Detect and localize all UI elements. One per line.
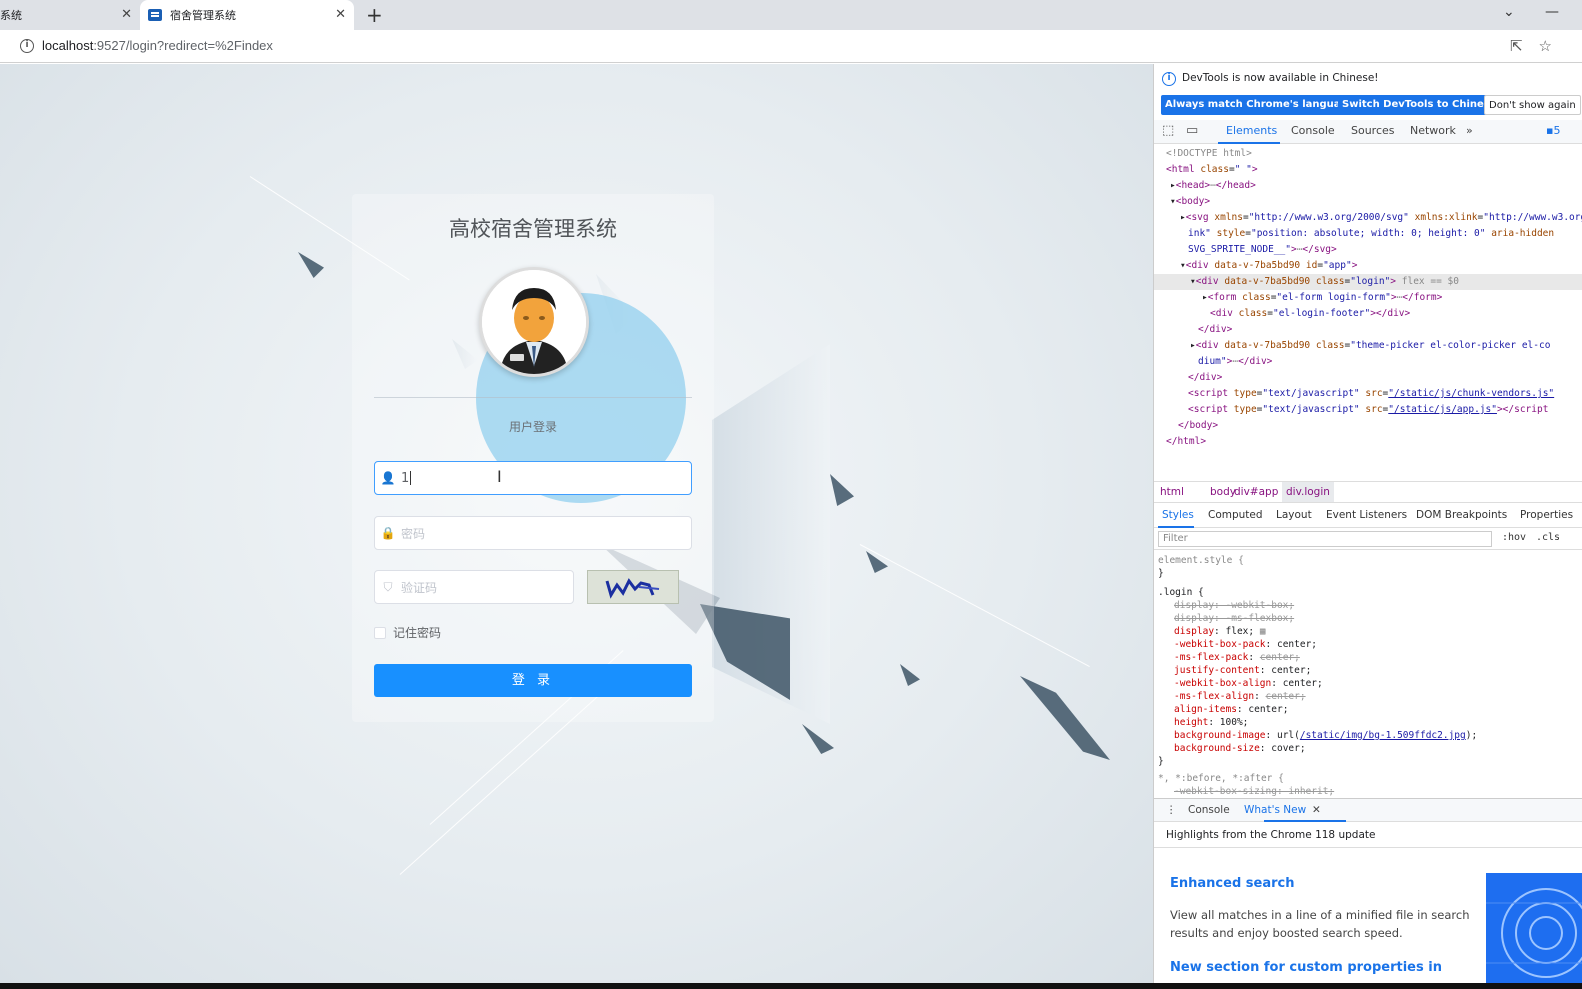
styles-filter-input[interactable]: Filter: [1158, 531, 1492, 547]
css-rules[interactable]: element.style { } .login { display: -web…: [1154, 552, 1582, 796]
info-icon: i: [1162, 72, 1176, 86]
tab-elements[interactable]: Elements: [1226, 124, 1277, 137]
tab-network[interactable]: Network: [1410, 124, 1456, 137]
inspect-element-icon[interactable]: ⬚: [1162, 123, 1174, 138]
breadcrumb: html body div#app div.login: [1154, 481, 1582, 503]
tab-title: 宿舍管理系统: [170, 9, 236, 22]
login-subtitle: 用户登录: [508, 420, 557, 434]
tab-properties[interactable]: Properties: [1520, 509, 1573, 521]
close-icon[interactable]: ✕: [1312, 804, 1321, 816]
device-toolbar-icon[interactable]: ▭: [1186, 123, 1198, 138]
drawer-tab-bar: ⋮ Console What's New ✕: [1154, 798, 1582, 822]
ibeam-cursor-icon: I: [497, 467, 502, 486]
shield-icon: ⛉: [383, 579, 393, 594]
captcha-placeholder: 验证码: [401, 580, 438, 595]
decor-shard: [900, 664, 920, 686]
tab-title: 系统: [0, 9, 22, 22]
devtools-language-notice: i DevTools is now available in Chinese! …: [1154, 64, 1582, 124]
tab-underline: [1218, 142, 1280, 144]
more-tabs-icon[interactable]: »: [1466, 124, 1473, 137]
breadcrumb-item[interactable]: div#app: [1234, 482, 1278, 502]
text-caret: [410, 471, 412, 485]
captcha-glyphs: [605, 578, 660, 599]
breadcrumb-item[interactable]: html: [1160, 482, 1184, 502]
whats-new-illustration: [1486, 873, 1582, 989]
drawer-menu-icon[interactable]: ⋮: [1166, 804, 1177, 816]
share-icon[interactable]: ⇱: [1510, 37, 1523, 55]
drawer-tab-console[interactable]: Console: [1188, 804, 1230, 816]
dont-show-button[interactable]: Don't show again: [1484, 95, 1581, 115]
tab-event-listeners[interactable]: Event Listeners: [1326, 509, 1407, 521]
bookmark-star-icon[interactable]: ☆: [1539, 37, 1552, 55]
username-input[interactable]: 👤 1: [374, 461, 692, 495]
favicon-icon: [148, 9, 162, 21]
drawer-tab-whats-new[interactable]: What's New: [1244, 804, 1306, 816]
notice-text: DevTools is now available in Chinese!: [1182, 72, 1379, 84]
captcha-input[interactable]: ⛉ 验证码: [374, 570, 574, 604]
selected-dom-node[interactable]: ▾<div data-v-7ba5bd90 class="login"> fle…: [1154, 274, 1582, 290]
avatar: [479, 267, 589, 377]
remember-label: 记住密码: [393, 626, 442, 640]
browser-tab-active[interactable]: 宿舍管理系统 ✕: [140, 0, 354, 30]
issues-count: 5: [1553, 124, 1561, 137]
decor-shard: [298, 252, 324, 278]
tab-computed[interactable]: Computed: [1208, 509, 1263, 521]
styles-tab-bar: Styles Computed Layout Event Listeners D…: [1154, 504, 1582, 528]
url-path: :9527/login?redirect=%2Findex: [93, 38, 273, 53]
url-host: localhost: [42, 38, 94, 53]
username-value: 1: [401, 470, 410, 486]
dom-tree[interactable]: <!DOCTYPE html> <html class=" "> ▸<head>…: [1154, 146, 1582, 481]
tab-console[interactable]: Console: [1291, 124, 1335, 137]
new-tab-button[interactable]: +: [366, 3, 383, 27]
businessman-icon: [482, 270, 586, 374]
login-title: 高校宿舍管理系统: [449, 217, 617, 241]
close-icon[interactable]: ✕: [335, 7, 346, 22]
whats-new-header: Highlights from the Chrome 118 update: [1154, 822, 1582, 848]
hover-state-toggle[interactable]: :hov: [1502, 532, 1526, 543]
remember-password[interactable]: 记住密码: [374, 624, 441, 641]
switch-chinese-button[interactable]: Switch DevTools to Chinese: [1338, 95, 1501, 115]
remember-checkbox[interactable]: [374, 626, 386, 639]
tab-layout[interactable]: Layout: [1276, 509, 1312, 521]
browser-tab-bar: 系统 ✕ 宿舍管理系统 ✕ + ⌄ —: [0, 0, 1582, 30]
url-field[interactable]: localhost:9527/login?redirect=%2Findex: [42, 38, 273, 53]
whats-new-item-title[interactable]: Enhanced search: [1170, 876, 1294, 891]
decor-shard: [802, 724, 834, 754]
breadcrumb-item-active[interactable]: div.login: [1282, 482, 1334, 502]
whats-new-item-title[interactable]: New section for custom properties in: [1170, 960, 1442, 975]
tab-sources[interactable]: Sources: [1351, 124, 1395, 137]
styles-filter-row: Filter :hov .cls: [1154, 528, 1582, 550]
decor-line: [859, 544, 1090, 668]
password-placeholder: 密码: [401, 526, 426, 541]
whats-new-item-body: View all matches in a line of a minified…: [1170, 908, 1470, 940]
captcha-image[interactable]: [587, 570, 679, 604]
devtools-panel: i DevTools is now available in Chinese! …: [1153, 64, 1582, 989]
divider: [374, 397, 692, 398]
class-toggle[interactable]: .cls: [1536, 532, 1560, 543]
breadcrumb-item[interactable]: body: [1210, 482, 1236, 502]
decor-shard: [1020, 676, 1110, 760]
tab-styles[interactable]: Styles: [1162, 509, 1194, 521]
site-info-icon[interactable]: i: [20, 39, 34, 53]
user-icon: 👤: [380, 471, 396, 485]
browser-tab[interactable]: 系统 ✕: [0, 0, 140, 30]
login-button[interactable]: 登 录: [374, 664, 692, 697]
decor-shard: [830, 474, 854, 506]
minimize-button[interactable]: —: [1545, 4, 1559, 20]
address-bar: i localhost:9527/login?redirect=%2Findex…: [0, 30, 1582, 63]
devtools-tab-bar: ⬚ ▭ Elements Console Sources Network » ▪…: [1154, 120, 1582, 144]
tab-search-icon[interactable]: ⌄: [1503, 4, 1515, 20]
lock-icon: 🔒: [380, 526, 396, 540]
taskbar-edge: [0, 983, 1582, 989]
issues-badge[interactable]: ▪5: [1546, 124, 1560, 137]
close-icon[interactable]: ✕: [121, 7, 132, 22]
password-input[interactable]: 🔒 密码: [374, 516, 692, 550]
match-language-button[interactable]: Always match Chrome's language: [1161, 95, 1359, 115]
tab-dom-breakpoints[interactable]: DOM Breakpoints: [1416, 509, 1507, 521]
